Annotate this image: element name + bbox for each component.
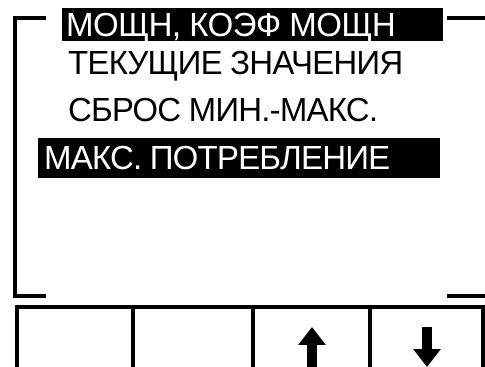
frame-bottom-left (13, 294, 46, 298)
frame-bottom-right (447, 294, 485, 298)
frame-left (13, 16, 17, 298)
softkey-2[interactable] (131, 305, 251, 367)
menu-item-current-values[interactable]: ТЕКУЩИЕ ЗНАЧЕНИЯ (68, 43, 403, 83)
menu-item-max-demand[interactable]: МАКС. ПОТРЕБЛЕНИЕ (38, 138, 440, 178)
menu-title: МОЩН, КОЭФ МОЩН (62, 8, 443, 41)
arrow-down-icon (412, 327, 441, 367)
frame-top-left (13, 16, 46, 20)
menu-item-reset-min-max[interactable]: СБРОС МИН.-МАКС. (68, 90, 378, 130)
frame-top-right (447, 16, 485, 20)
softkey-1[interactable] (15, 305, 131, 367)
softkey-up[interactable] (251, 305, 368, 367)
softkey-down[interactable] (368, 305, 485, 367)
arrow-up-icon (297, 327, 326, 367)
